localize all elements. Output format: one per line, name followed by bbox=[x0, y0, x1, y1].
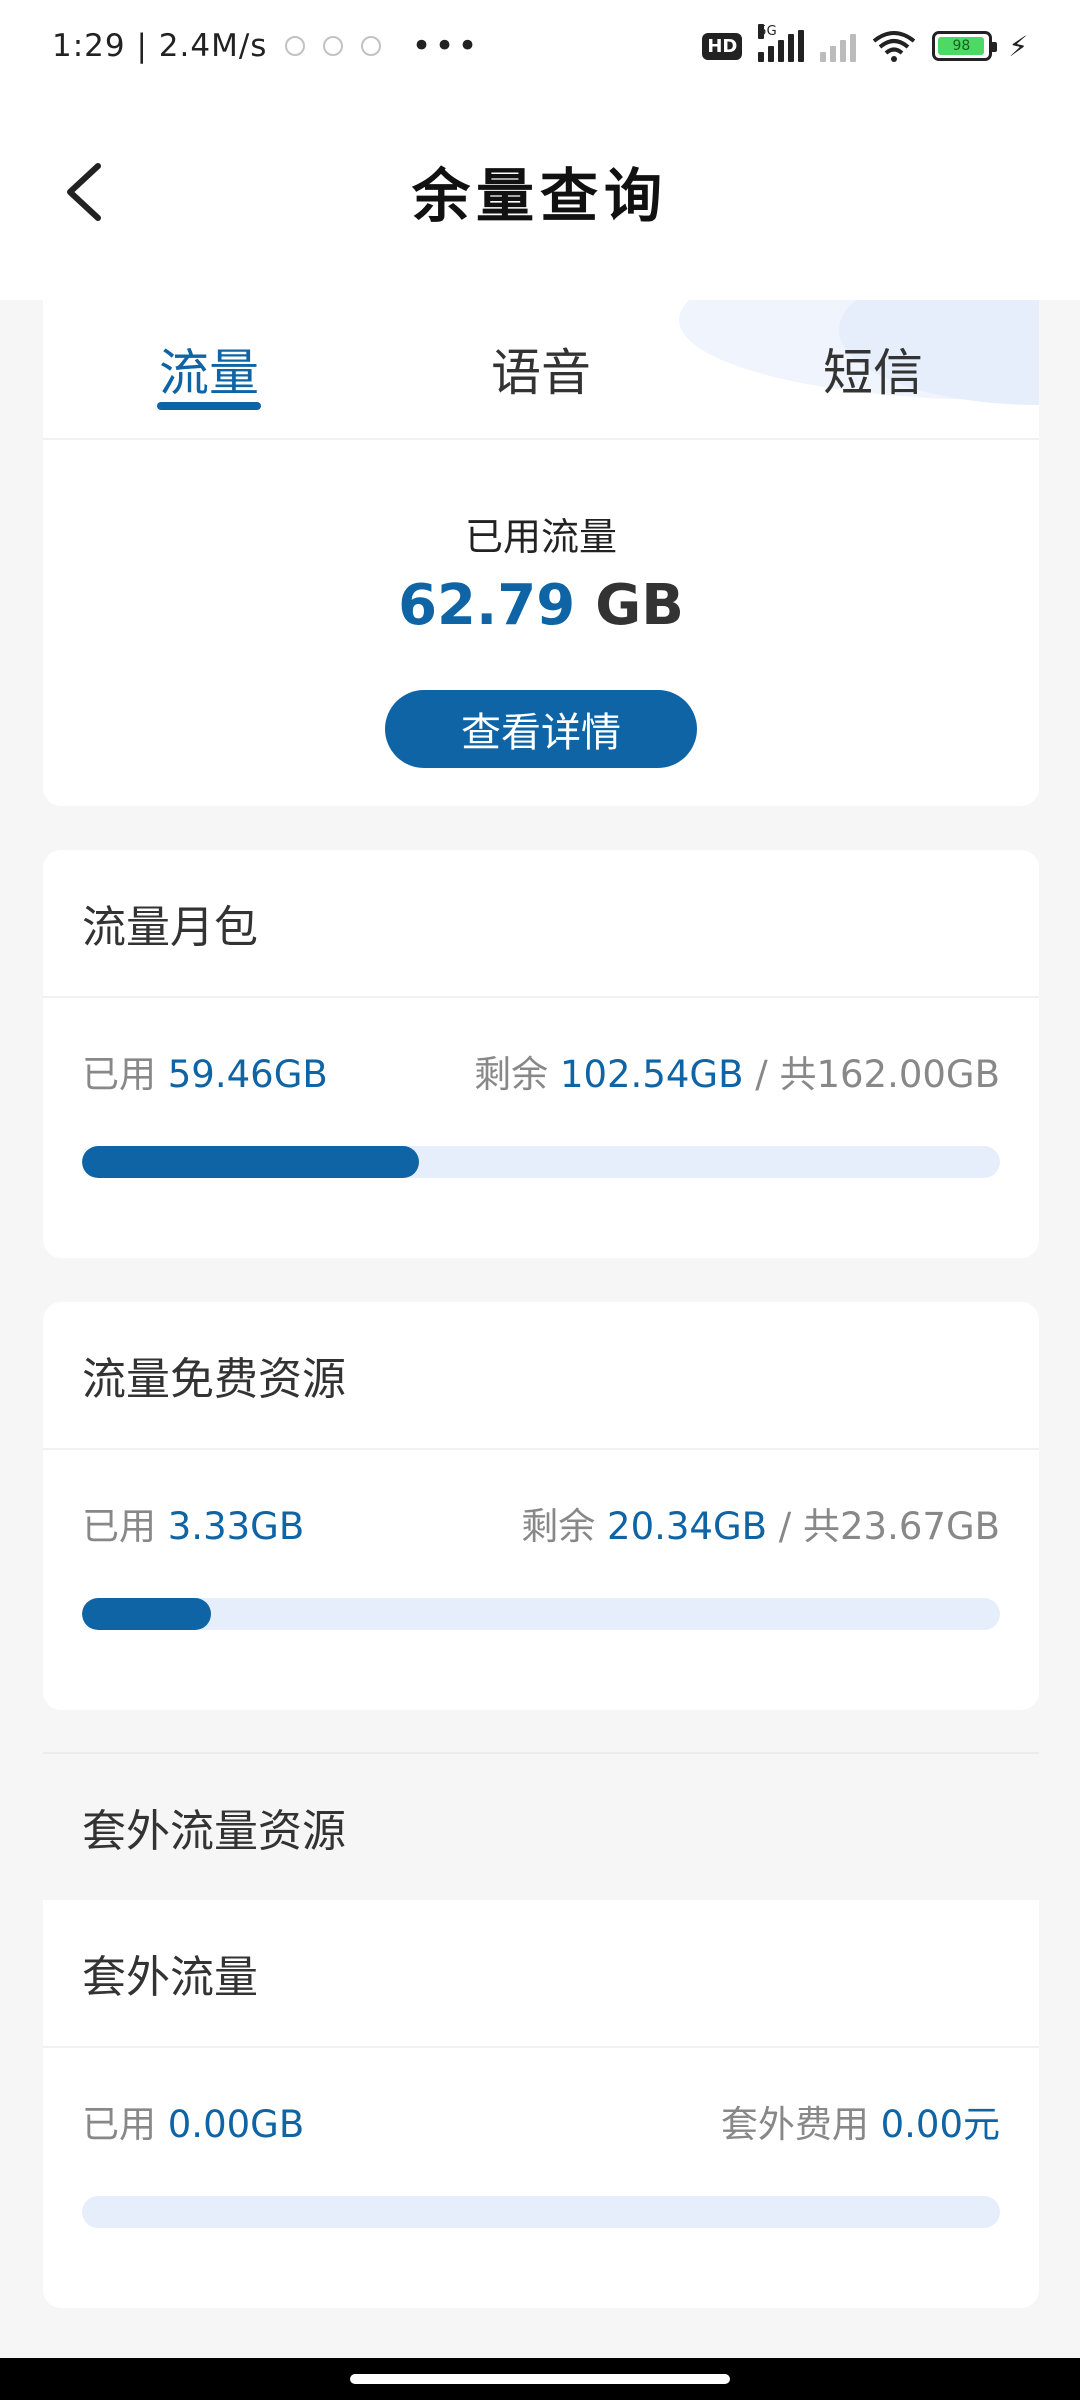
package-stats: 已用 59.46GB 剩余 102.54GB / 共162.00GB bbox=[43, 1044, 1039, 1098]
package-card-free: 流量免费资源 已用 3.33GB 剩余 20.34GB / 共23.67GB bbox=[43, 1302, 1039, 1710]
package-stats: 已用 3.33GB 剩余 20.34GB / 共23.67GB bbox=[43, 1496, 1039, 1550]
extra-fee: 套外费用 0.00元 bbox=[720, 2103, 1000, 2146]
package-used: 已用 59.46GB bbox=[82, 1053, 328, 1096]
home-indicator[interactable] bbox=[350, 2374, 730, 2384]
more-notifications-icon: ••• bbox=[411, 26, 481, 66]
notification-icon bbox=[285, 36, 306, 56]
notification-icon bbox=[323, 36, 344, 56]
package-title: 流量免费资源 bbox=[43, 1302, 1039, 1450]
usage-progress-bar bbox=[82, 1598, 1000, 1630]
status-right: HD 5G 98 ⚡ bbox=[702, 24, 1028, 63]
package-card-extra: 套外流量 已用 0.00GB 套外费用 0.00元 bbox=[43, 1900, 1039, 2308]
package-card-monthly: 流量月包 已用 59.46GB 剩余 102.54GB / 共162.00GB bbox=[43, 850, 1039, 1258]
battery-icon: 98 bbox=[932, 31, 998, 61]
package-used: 已用 0.00GB bbox=[82, 2103, 305, 2146]
status-time: 1:29 | 2.4M/s bbox=[52, 28, 268, 64]
usage-progress-fill bbox=[82, 1146, 419, 1178]
package-title: 流量月包 bbox=[43, 850, 1039, 998]
package-remaining: 剩余 102.54GB / 共162.00GB bbox=[474, 1053, 1000, 1096]
tab-bar: 流量 语音 短信 bbox=[43, 300, 1039, 440]
signal-5g-icon: 5G bbox=[758, 24, 805, 62]
status-left: 1:29 | 2.4M/s ••• bbox=[52, 26, 481, 66]
hd-badge: HD bbox=[702, 32, 743, 60]
back-button[interactable] bbox=[56, 152, 116, 232]
notification-icon bbox=[361, 36, 382, 56]
used-data-label: 已用流量 bbox=[464, 515, 617, 559]
header: 余量查询 bbox=[0, 92, 1080, 300]
package-title: 套外流量 bbox=[43, 1900, 1039, 2048]
used-data-value: 62.79 GB bbox=[43, 573, 1039, 638]
section-title: 套外流量资源 bbox=[43, 1752, 1039, 1900]
usage-progress-bar bbox=[82, 2196, 1000, 2228]
package-used: 已用 3.33GB bbox=[82, 1505, 305, 1548]
status-bar: 1:29 | 2.4M/s ••• HD 5G 98 ⚡ bbox=[0, 0, 1080, 92]
tab-sms[interactable]: 短信 bbox=[707, 300, 1039, 438]
system-nav-bar bbox=[0, 2358, 1080, 2400]
usage-progress-bar bbox=[82, 1146, 1000, 1178]
used-data-number: 62.79 bbox=[398, 573, 576, 638]
package-stats: 已用 0.00GB 套外费用 0.00元 bbox=[43, 2094, 1039, 2148]
wifi-icon bbox=[873, 31, 916, 62]
tab-voice[interactable]: 语音 bbox=[375, 300, 707, 438]
signal-secondary-icon bbox=[820, 30, 857, 62]
charging-icon: ⚡ bbox=[1008, 29, 1028, 63]
package-remaining: 剩余 20.34GB / 共23.67GB bbox=[521, 1505, 1000, 1548]
view-details-button[interactable]: 查看详情 bbox=[385, 690, 697, 768]
usage-summary-card: 流量 语音 短信 已用流量 62.79 GB 查看详情 bbox=[43, 300, 1039, 806]
chevron-left-icon bbox=[67, 163, 101, 221]
used-data-unit: GB bbox=[595, 573, 684, 638]
page-title: 余量查询 bbox=[411, 162, 668, 230]
tab-data[interactable]: 流量 bbox=[43, 300, 375, 438]
usage-progress-fill bbox=[82, 1598, 212, 1630]
